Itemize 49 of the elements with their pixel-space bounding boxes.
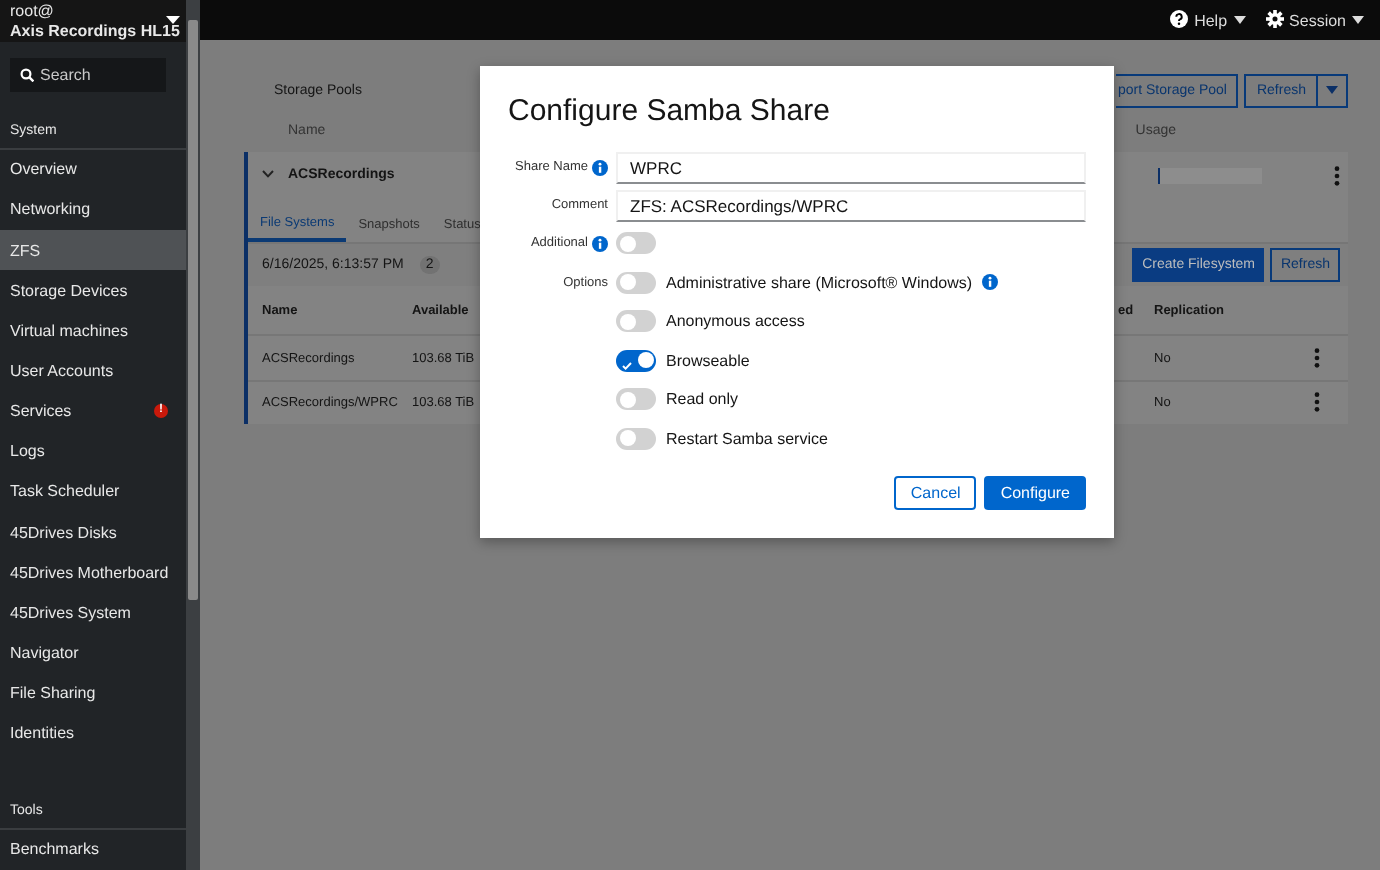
dropdown-toggle[interactable] — [1318, 73, 1348, 107]
sidebar-item[interactable]: Storage Devices — [0, 270, 186, 311]
toggle-switch[interactable] — [616, 349, 656, 372]
info-icon[interactable] — [982, 274, 999, 291]
option-label: Administrative share (Microsoft® Windows) — [666, 273, 973, 292]
menu-button[interactable]: Session — [1265, 9, 1364, 31]
sidebar-item[interactable]: Navigator — [0, 633, 186, 674]
sidebar-item[interactable]: User Accounts — [0, 350, 186, 392]
sidebar-item[interactable]: 45Drives System — [0, 592, 186, 634]
info-icon[interactable] — [592, 235, 608, 252]
sidebar-item[interactable]: Task Scheduler — [0, 471, 186, 513]
option-label: Read only — [666, 390, 739, 409]
sidebar-item[interactable]: Identities — [0, 713, 186, 754]
toggle-switch[interactable] — [616, 310, 656, 333]
caret-icon — [1233, 16, 1246, 24]
input-field[interactable]: ZFS: ACSRecordings/WPRC — [616, 189, 1086, 221]
toggle-switch[interactable] — [616, 232, 656, 255]
user-name: root@ — [10, 2, 54, 22]
sidebar-item[interactable]: Virtual machines — [0, 310, 186, 351]
sidebar-item[interactable]: ZFS — [0, 229, 186, 271]
info-icon[interactable] — [592, 159, 608, 175]
cancel-button[interactable]: Cancel — [894, 476, 977, 510]
host-name: Axis Recordings HL15 — [10, 22, 180, 42]
sidebar-item[interactable]: File Sharing — [0, 673, 186, 714]
help-icon — [1170, 9, 1189, 31]
option-label: Restart Samba service — [666, 429, 828, 448]
menu-button[interactable]: Help — [1170, 9, 1246, 31]
chevron-icon[interactable] — [262, 168, 274, 183]
configure-button[interactable]: Configure — [984, 476, 1086, 510]
sidebar-item[interactable]: Logs — [0, 431, 186, 472]
sidebar-item[interactable]: 45Drives Disks — [0, 512, 186, 553]
caret-icon — [1326, 86, 1338, 94]
sidebar-item[interactable]: Overview — [0, 149, 186, 190]
caret-icon — [1352, 16, 1364, 24]
sidebar-item[interactable]: 45Drives Motherboard — [0, 552, 186, 593]
dialog-title: Configure Samba Share — [508, 94, 832, 128]
option-label: Anonymous access — [666, 312, 805, 331]
caret-icon[interactable] — [166, 10, 180, 28]
search-icon — [20, 68, 34, 82]
toggle-switch[interactable] — [616, 271, 656, 294]
toggle-switch[interactable] — [616, 427, 656, 450]
sidebar-item[interactable]: Networking — [0, 189, 186, 230]
settings-icon — [1265, 9, 1284, 31]
input-field[interactable]: WPRC — [616, 151, 1086, 183]
option-label: Browseable — [666, 351, 750, 370]
toggle-switch[interactable] — [616, 388, 656, 411]
scrollbar[interactable] — [186, 0, 200, 870]
search-field[interactable]: Search — [10, 58, 166, 92]
sidebar-item[interactable]: Benchmarks — [0, 829, 186, 870]
